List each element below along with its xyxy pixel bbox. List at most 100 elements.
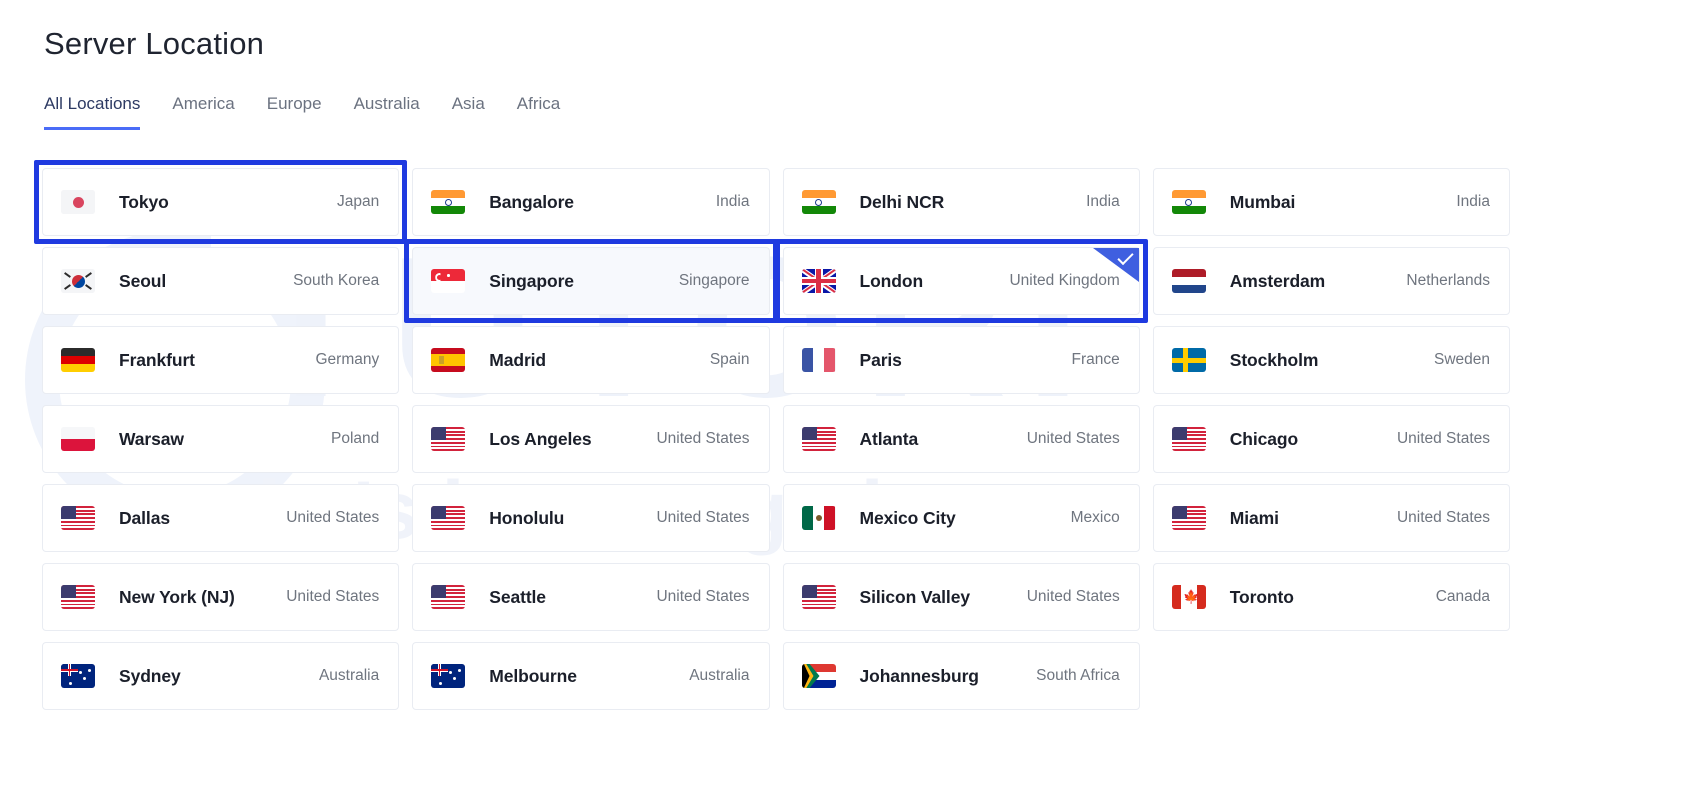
location-city-label: Seattle: [489, 586, 546, 607]
location-card[interactable]: Tokyo Japan: [33, 160, 408, 244]
flag-ca-icon: 🍁: [1171, 585, 1206, 609]
location-country-label: Japan: [337, 193, 380, 210]
location-card[interactable]: Bangalore India: [412, 168, 770, 236]
location-card[interactable]: Warsaw Poland: [42, 405, 400, 473]
location-city-label: Chicago: [1229, 428, 1299, 449]
location-country-label: Spain: [709, 351, 750, 368]
location-country-label: India: [715, 193, 750, 210]
location-country-label: Canada: [1435, 588, 1490, 605]
flag-fr-icon: [801, 348, 836, 372]
location-card[interactable]: 🍁 Toronto Canada: [1152, 563, 1510, 631]
location-city-label: Dallas: [119, 507, 170, 528]
tab-europe[interactable]: Europe: [267, 94, 322, 130]
location-card[interactable]: Amsterdam Netherlands: [1152, 247, 1510, 315]
location-city-label: Johannesburg: [859, 665, 979, 686]
location-card[interactable]: New York (NJ) United States: [42, 563, 400, 631]
location-city-label: Bangalore: [489, 191, 574, 212]
flag-se-icon: [1171, 348, 1206, 372]
location-country-label: United Kingdom: [1009, 272, 1120, 289]
location-country-label: South Korea: [293, 272, 380, 289]
tab-all-locations[interactable]: All Locations: [44, 94, 141, 130]
location-city-label: Mexico City: [859, 507, 956, 528]
location-country-label: United States: [656, 509, 750, 526]
location-card[interactable]: Chicago United States: [1152, 405, 1510, 473]
location-city-label: London: [859, 270, 924, 291]
location-country-label: India: [1456, 193, 1490, 210]
location-city-label: Silicon Valley: [859, 586, 971, 607]
flag-de-icon: [61, 348, 95, 372]
flag-au-icon: [61, 664, 95, 688]
location-card[interactable]: Seoul South Korea: [42, 247, 400, 315]
location-card[interactable]: Paris France: [782, 326, 1140, 394]
location-card[interactable]: London United Kingdom: [774, 239, 1149, 323]
flag-us-icon: [1171, 506, 1206, 530]
location-card[interactable]: Sydney Australia: [42, 642, 400, 710]
location-city-label: Seoul: [119, 270, 167, 291]
flag-us-icon: [61, 585, 95, 609]
location-card[interactable]: Mumbai India: [1152, 168, 1510, 236]
location-card[interactable]: Seattle United States: [412, 563, 770, 631]
location-country-label: United States: [1396, 509, 1490, 526]
page-title: Server Location: [44, 26, 265, 61]
location-card[interactable]: Los Angeles United States: [412, 405, 770, 473]
location-card[interactable]: Stockholm Sweden: [1152, 326, 1510, 394]
location-card[interactable]: Mexico City Mexico: [782, 484, 1140, 552]
location-country-label: United States: [1026, 430, 1120, 447]
location-city-label: Stockholm: [1229, 349, 1319, 370]
location-country-label: South Africa: [1036, 667, 1120, 684]
location-country-label: United States: [286, 509, 380, 526]
location-city-label: Honolulu: [489, 507, 565, 528]
location-filter-tabs: All Locations America Europe Australia Asia A…: [44, 94, 560, 130]
location-city-label: Los Angeles: [489, 428, 592, 449]
location-country-label: Singapore: [678, 272, 750, 289]
location-city-label: Warsaw: [119, 428, 184, 449]
tab-australia[interactable]: Australia: [354, 94, 420, 130]
tab-africa[interactable]: Africa: [517, 94, 560, 130]
location-city-label: Singapore: [489, 270, 574, 291]
location-country-label: United States: [286, 588, 380, 605]
location-city-label: Mumbai: [1229, 191, 1296, 212]
location-card[interactable]: Madrid Spain: [412, 326, 770, 394]
location-card[interactable]: Melbourne Australia: [412, 642, 770, 710]
location-card[interactable]: Honolulu United States: [412, 484, 770, 552]
location-city-label: Delhi NCR: [859, 191, 945, 212]
location-card[interactable]: Delhi NCR India: [782, 168, 1140, 236]
location-city-label: Melbourne: [489, 665, 577, 686]
location-card[interactable]: Dallas United States: [42, 484, 400, 552]
flag-kr-icon: [61, 269, 95, 293]
flag-in-icon: [801, 190, 836, 214]
location-country-label: Sweden: [1433, 351, 1490, 368]
flag-us-icon: [801, 427, 836, 451]
location-country-label: Australia: [318, 667, 380, 684]
location-card[interactable]: Frankfurt Germany: [42, 326, 400, 394]
flag-au-icon: [431, 664, 466, 688]
location-city-label: Madrid: [489, 349, 547, 370]
flag-in-icon: [1171, 190, 1206, 214]
location-country-label: United States: [1026, 588, 1120, 605]
flag-in-icon: [431, 190, 466, 214]
location-card[interactable]: Johannesburg South Africa: [782, 642, 1140, 710]
location-card[interactable]: Atlanta United States: [782, 405, 1140, 473]
location-card[interactable]: Singapore Singapore: [404, 239, 778, 323]
tab-america[interactable]: America: [172, 94, 234, 130]
location-city-label: Miami: [1229, 507, 1279, 528]
location-city-label: Atlanta: [859, 428, 919, 449]
location-country-label: Germany: [315, 351, 380, 368]
flag-nl-icon: [1171, 269, 1206, 293]
location-country-label: India: [1086, 193, 1120, 210]
location-card[interactable]: Miami United States: [1152, 484, 1510, 552]
location-card[interactable]: Silicon Valley United States: [782, 563, 1140, 631]
location-city-label: Frankfurt: [119, 349, 195, 370]
location-card-grid: Tokyo Japan Bangalore India Delhi NCR India Mu…: [33, 160, 1510, 710]
location-country-label: France: [1071, 351, 1120, 368]
flag-za-icon: [801, 664, 836, 688]
flag-us-icon: [431, 506, 466, 530]
location-country-label: Australia: [689, 667, 750, 684]
flag-mx-icon: [801, 506, 836, 530]
flag-sg-icon: [431, 269, 466, 293]
location-country-label: United States: [656, 430, 750, 447]
flag-us-icon: [61, 506, 95, 530]
tab-asia[interactable]: Asia: [452, 94, 485, 130]
flag-es-icon: [431, 348, 466, 372]
location-country-label: Mexico: [1070, 509, 1120, 526]
